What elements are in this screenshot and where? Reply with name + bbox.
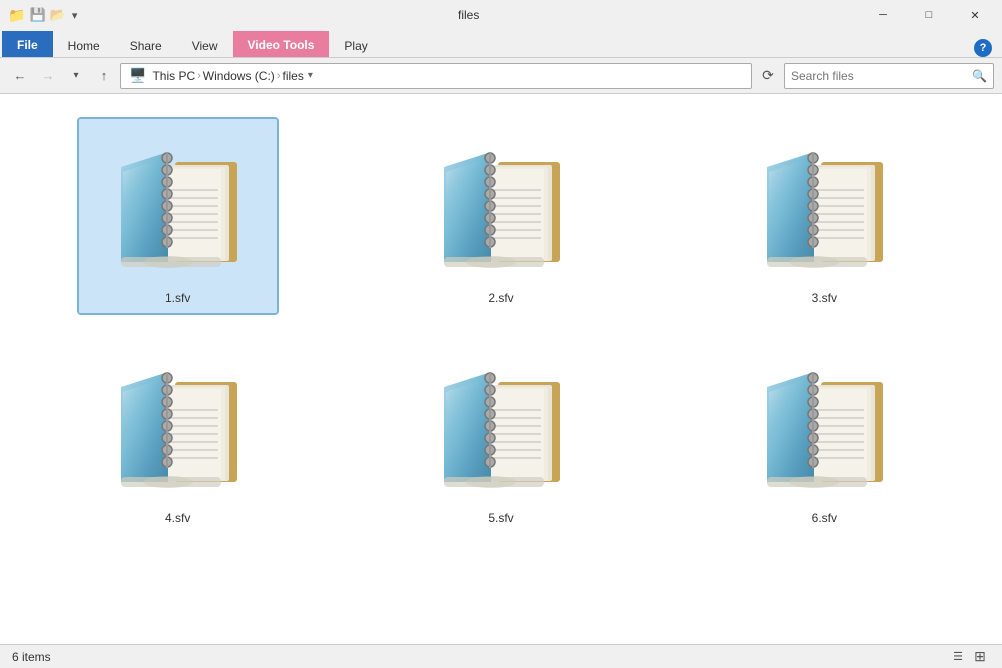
file-item-4[interactable]: 4.sfv [78, 338, 278, 534]
search-input[interactable] [791, 69, 968, 83]
file-label-1: 1.sfv [165, 291, 190, 305]
file-item-2[interactable]: 2.sfv [401, 118, 601, 314]
ribbon-tabs: File Home Share View Video Tools Play ? [0, 30, 1002, 58]
search-box[interactable]: 🔍 [784, 63, 994, 89]
item-count: 6 items [12, 650, 51, 664]
tab-video-tools[interactable]: Video Tools [233, 31, 330, 57]
file-item-5[interactable]: 5.sfv [401, 338, 601, 534]
title-bar: 📁 💾 📂 ▾ files ─ □ ✕ [0, 0, 1002, 30]
view-toggles[interactable]: ☰ ⊞ [948, 647, 990, 667]
file-icon-1 [98, 127, 258, 287]
window-title: files [81, 8, 856, 22]
status-bar: 6 items ☰ ⊞ [0, 644, 1002, 668]
file-label-3: 3.sfv [812, 291, 837, 305]
breadcrumb-windows-c[interactable]: Windows (C:) [203, 69, 275, 83]
file-item-1[interactable]: 1.sfv [78, 118, 278, 314]
file-icon-2 [421, 127, 581, 287]
details-view-button[interactable]: ☰ [948, 647, 968, 667]
file-label-5: 5.sfv [488, 511, 513, 525]
quick-access-arrow[interactable]: ▾ [72, 9, 78, 22]
content-area: 1.sfv [0, 94, 1002, 644]
file-label-2: 2.sfv [488, 291, 513, 305]
file-icon-6 [744, 347, 904, 507]
up-button[interactable]: ↑ [92, 64, 116, 88]
recent-locations-button[interactable]: ▾ [64, 64, 88, 88]
address-input[interactable]: 🖥️ This PC › Windows (C:) › files ▾ [120, 63, 752, 89]
file-label-4: 4.sfv [165, 511, 190, 525]
large-icons-view-button[interactable]: ⊞ [970, 647, 990, 667]
address-bar: ← → ▾ ↑ 🖥️ This PC › Windows (C:) › file… [0, 58, 1002, 94]
tab-home[interactable]: Home [53, 33, 115, 57]
breadcrumb-files[interactable]: files [282, 69, 303, 83]
file-label-6: 6.sfv [812, 511, 837, 525]
file-icon-4 [98, 347, 258, 507]
title-bar-icons: 📁 💾 📂 ▾ [8, 7, 77, 24]
search-icon[interactable]: 🔍 [972, 69, 987, 83]
file-grid: 1.sfv [16, 110, 986, 542]
maximize-button[interactable]: □ [906, 0, 952, 31]
file-icon-3 [744, 127, 904, 287]
refresh-button[interactable]: ⟳ [756, 64, 780, 88]
forward-button[interactable]: → [36, 64, 60, 88]
window-controls[interactable]: ─ □ ✕ [860, 0, 998, 31]
folder-icon: 📁 [8, 7, 25, 24]
help-button[interactable]: ? [974, 39, 992, 57]
tab-view[interactable]: View [177, 33, 233, 57]
breadcrumb-this-pc[interactable]: This PC [152, 69, 195, 83]
back-button[interactable]: ← [8, 64, 32, 88]
tab-share[interactable]: Share [115, 33, 177, 57]
tab-file[interactable]: File [2, 31, 53, 57]
open-icon: 📂 [50, 7, 66, 23]
file-icon-5 [421, 347, 581, 507]
address-dropdown-arrow[interactable]: ▾ [308, 70, 313, 81]
close-button[interactable]: ✕ [952, 0, 998, 31]
file-item-6[interactable]: 6.sfv [724, 338, 924, 534]
minimize-button[interactable]: ─ [860, 0, 906, 31]
file-item-3[interactable]: 3.sfv [724, 118, 924, 314]
breadcrumb: 🖥️ This PC › Windows (C:) › files [129, 67, 304, 84]
tab-play[interactable]: Play [329, 33, 382, 57]
main-area: 1.sfv [0, 94, 1002, 644]
save-icon: 💾 [29, 7, 45, 23]
